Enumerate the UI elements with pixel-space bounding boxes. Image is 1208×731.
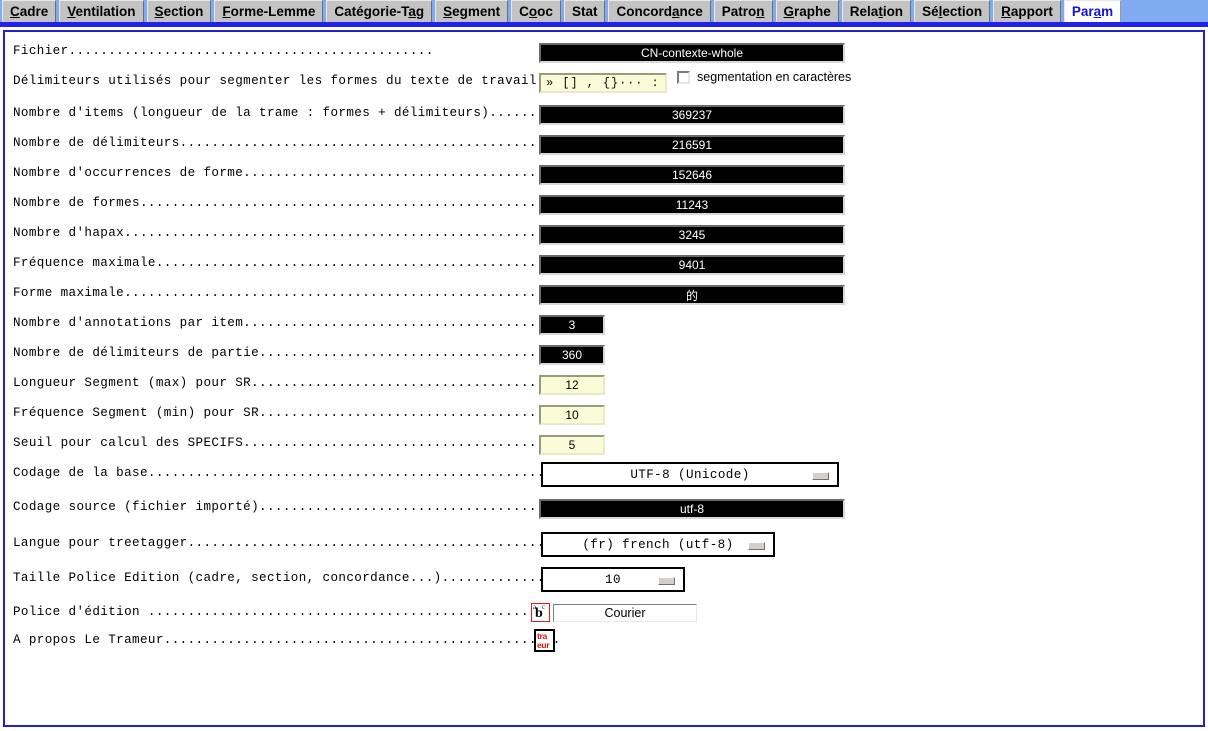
label-forme-maximale: Forme maximale..........................… — [13, 286, 561, 300]
row-taille-police-edition: Taille Police Edition (cadre, section, c… — [5, 567, 1203, 598]
input-police-edition[interactable]: Courier — [553, 604, 697, 622]
dropdown-value-codage-base: UTF-8 (Unicode) — [630, 467, 750, 482]
readout-nombre-occurrences-forme: 152646 — [539, 165, 845, 185]
label-longueur-segment-max-sr: Longueur Segment (max) pour SR..........… — [13, 376, 561, 390]
tab-segment[interactable]: Segment — [435, 0, 509, 23]
row-police-edition: Police d'édition .......................… — [5, 602, 1203, 632]
checkbox-label: segmentation en caractères — [697, 70, 852, 84]
tab-bar-underline — [0, 22, 1208, 27]
row-langue-treetagger: Langue pour treetagger..................… — [5, 532, 1203, 563]
label-nombre-occurrences-forme: Nombre d'occurrences de forme...........… — [13, 166, 561, 180]
input-frequence-segment-min-sr[interactable]: 10 — [539, 405, 605, 425]
tab-concordance[interactable]: Concordance — [608, 0, 711, 23]
row-nombre-annotations-par-item: Nombre d'annotations par item...........… — [5, 313, 1203, 343]
tab-s-lection[interactable]: Sélection — [914, 0, 991, 23]
row-a-propos-trameur: A propos Le Trameur.....................… — [5, 629, 1203, 660]
tab-cadre[interactable]: Cadre — [2, 0, 57, 23]
label-codage-source: Codage source (fichier importé).........… — [13, 500, 561, 514]
readout-frequence-maximale: 9401 — [539, 255, 845, 275]
row-codage-base: Codage de la base.......................… — [5, 462, 1203, 493]
label-nombre-delimiteurs: Nombre de délimiteurs...................… — [13, 136, 561, 150]
dropdown-codage-base[interactable]: UTF-8 (Unicode) — [541, 462, 839, 487]
dropdown-langue-treetagger[interactable]: (fr) french (utf-8) — [541, 532, 775, 557]
label-taille-police-edition: Taille Police Edition (cadre, section, c… — [13, 571, 569, 585]
tab-section[interactable]: Section — [146, 0, 212, 23]
label-frequence-maximale: Fréquence maximale......................… — [13, 256, 561, 270]
row-codage-source: Codage source (fichier importé).........… — [5, 497, 1203, 527]
row-fichier: Fichier.................................… — [5, 41, 1203, 71]
row-nombre-items: Nombre d'items (longueur de la trame : f… — [5, 103, 1203, 133]
input-seuil-specifs[interactable]: 5 — [539, 435, 605, 455]
readout-forme-maximale: 的 — [539, 285, 845, 305]
dropdown-value-taille-police-edition: 10 — [605, 572, 621, 587]
dropdown-indicator-icon — [658, 576, 675, 585]
about-icon-line2: eur — [537, 639, 550, 650]
readout-codage-source: utf-8 — [539, 499, 845, 519]
tab-cat-gorie-tag[interactable]: Catégorie-Tag — [326, 0, 433, 23]
row-nombre-occurrences-forme: Nombre d'occurrences de forme...........… — [5, 163, 1203, 193]
label-delimiteurs: Délimiteurs utilisés pour segmenter les … — [13, 74, 593, 88]
row-nombre-formes: Nombre de formes........................… — [5, 193, 1203, 223]
label-police-edition: Police d'édition .......................… — [13, 605, 561, 619]
about-trameur-icon[interactable]: tra eur — [534, 629, 555, 652]
param-panel: Fichier.................................… — [3, 30, 1205, 727]
label-nombre-items: Nombre d'items (longueur de la trame : f… — [13, 106, 593, 120]
font-chooser-icon[interactable]: a cb — [531, 603, 550, 622]
label-fichier: Fichier.................................… — [13, 44, 434, 58]
dropdown-indicator-icon — [812, 471, 829, 480]
row-frequence-segment-min-sr: Fréquence Segment (min) pour SR.........… — [5, 403, 1203, 433]
input-longueur-segment-max-sr[interactable]: 12 — [539, 375, 605, 395]
dropdown-taille-police-edition[interactable]: 10 — [541, 567, 685, 592]
row-nombre-hapax: Nombre d'hapax..........................… — [5, 223, 1203, 253]
row-nombre-delimiteurs: Nombre de délimiteurs...................… — [5, 133, 1203, 163]
row-forme-maximale: Forme maximale..........................… — [5, 283, 1203, 313]
tab-param[interactable]: Param — [1063, 0, 1122, 23]
row-seuil-specifs: Seuil pour calcul des SPECIFS...........… — [5, 433, 1203, 463]
row-nombre-delimiteurs-de-partie: Nombre de délimiteurs de partie.........… — [5, 343, 1203, 373]
dropdown-value-langue-treetagger: (fr) french (utf-8) — [582, 537, 734, 552]
tab-bar: Cadre Ventilation Section Forme-Lemme Catégo… — [0, 0, 1208, 27]
label-a-propos-trameur: A propos Le Trameur.....................… — [13, 633, 561, 647]
checkbox-box[interactable] — [677, 70, 690, 84]
readout-nombre-delimiteurs-de-partie: 360 — [539, 345, 605, 365]
label-codage-base: Codage de la base.......................… — [13, 466, 561, 480]
readout-nombre-delimiteurs: 216591 — [539, 135, 845, 155]
readout-fichier: CN-contexte-whole — [539, 43, 845, 63]
tab-rapport[interactable]: Rapport — [993, 0, 1061, 23]
label-frequence-segment-min-sr: Fréquence Segment (min) pour SR.........… — [13, 406, 561, 420]
readout-nombre-formes: 11243 — [539, 195, 845, 215]
tab-stat[interactable]: Stat — [563, 0, 606, 23]
tab-cooc[interactable]: Cooc — [511, 0, 561, 23]
row-longueur-segment-max-sr: Longueur Segment (max) pour SR..........… — [5, 373, 1203, 403]
segmentation-en-caracteres-checkbox[interactable]: segmentation en caractères — [677, 70, 851, 84]
row-delimiteurs: Délimiteurs utilisés pour segmenter les … — [5, 71, 1203, 101]
tab-graphe[interactable]: Graphe — [775, 0, 839, 23]
tab-relation[interactable]: Relation — [841, 0, 912, 23]
tab-patron[interactable]: Patron — [713, 0, 773, 23]
label-nombre-formes: Nombre de formes........................… — [13, 196, 561, 210]
label-seuil-specifs: Seuil pour calcul des SPECIFS...........… — [13, 436, 561, 450]
readout-nombre-hapax: 3245 — [539, 225, 845, 245]
tab-ventilation[interactable]: Ventilation — [59, 0, 144, 23]
readout-nombre-items: 369237 — [539, 105, 845, 125]
label-langue-treetagger: Langue pour treetagger..................… — [13, 536, 561, 550]
label-nombre-delimiteurs-de-partie: Nombre de délimiteurs de partie.........… — [13, 346, 561, 360]
tab-forme-lemme[interactable]: Forme-Lemme — [214, 0, 324, 23]
readout-nombre-annotations-par-item: 3 — [539, 315, 605, 335]
dropdown-indicator-icon — [748, 541, 765, 550]
row-frequence-maximale: Fréquence maximale......................… — [5, 253, 1203, 283]
label-nombre-annotations-par-item: Nombre d'annotations par item...........… — [13, 316, 561, 330]
label-nombre-hapax: Nombre d'hapax..........................… — [13, 226, 561, 240]
input-delimiteurs[interactable]: () » [] , {}··· : /. — [539, 73, 667, 93]
font-icon-glyph-main: b — [535, 606, 543, 621]
tab-list: Cadre Ventilation Section Forme-Lemme Catégo… — [2, 0, 1124, 23]
